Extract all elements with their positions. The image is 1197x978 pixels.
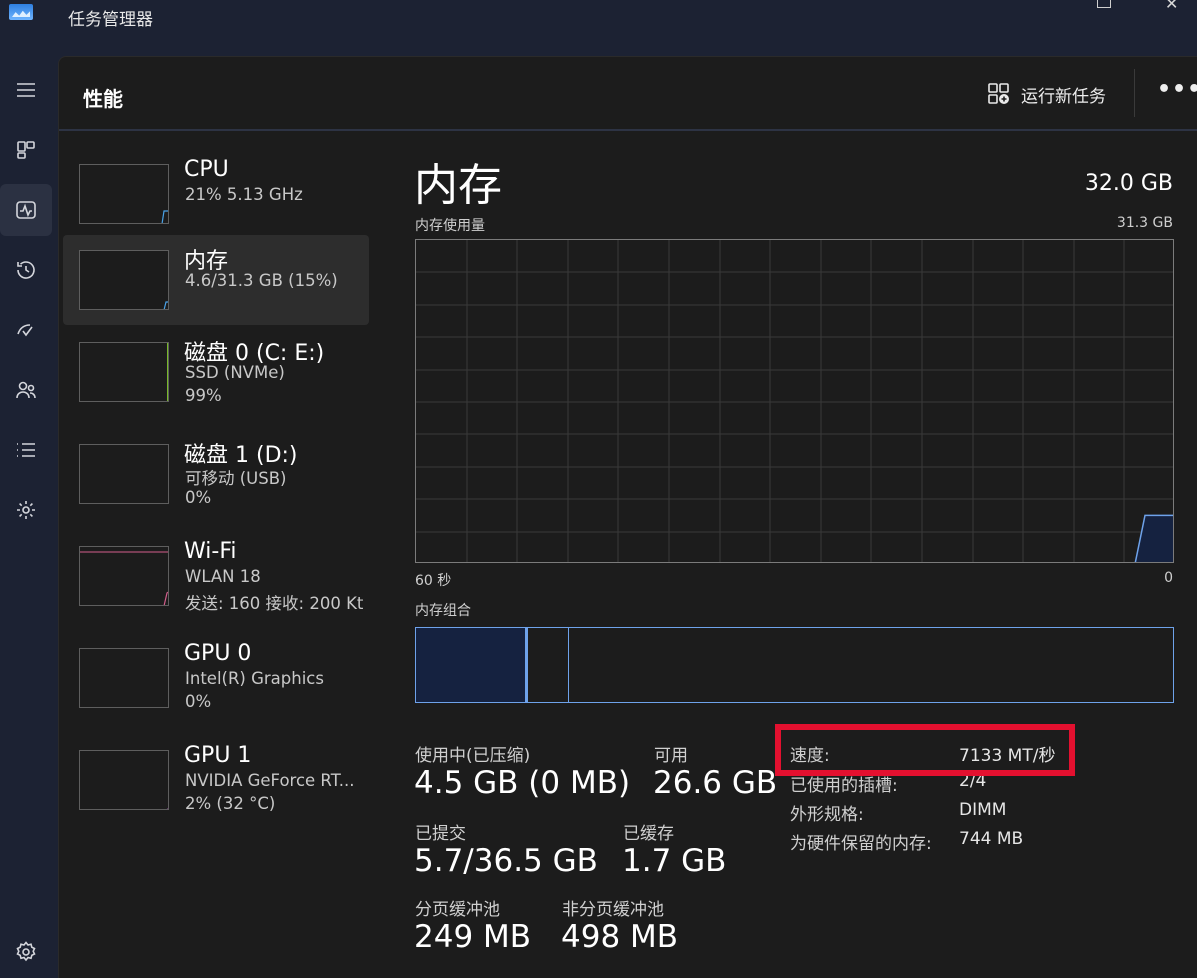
sidebar-item-detail: 4.6/31.3 GB (15%): [185, 271, 338, 290]
gpu-0-thumbnail-graph: [79, 648, 169, 708]
usage-graph-max: 31.3 GB: [1116, 215, 1173, 231]
services-icon[interactable]: [0, 484, 52, 536]
run-new-task-button[interactable]: 运行新任务: [987, 79, 1106, 109]
graph-axis-right: 0: [1164, 570, 1173, 586]
hardware-reserved-value: 744 MB: [959, 829, 1024, 849]
sidebar-item-detail: SSD (NVMe): [185, 363, 285, 382]
users-icon[interactable]: [0, 364, 52, 416]
usage-graph-label: 内存使用量: [415, 218, 485, 234]
form-factor-value: DIMM: [959, 800, 1007, 820]
close-button[interactable]: ✕: [1165, 0, 1178, 13]
paged-pool-value: 249 MB: [414, 919, 532, 955]
memory-usage-graph-svg: [416, 240, 1173, 562]
available-label: 可用: [654, 746, 688, 766]
task-manager-app-icon: [9, 4, 33, 20]
navigation-rail: [0, 56, 58, 978]
nonpaged-pool-label: 非分页缓冲池: [562, 900, 664, 920]
sidebar-item-name: GPU 1: [184, 743, 252, 768]
startup-apps-icon[interactable]: [0, 304, 52, 356]
memory-heading: 内存: [414, 160, 502, 211]
disk-0-thumbnail-graph: [79, 342, 169, 402]
sidebar-item-name: GPU 0: [184, 641, 252, 666]
window-title: 任务管理器: [68, 10, 153, 30]
sidebar-item-disk-0[interactable]: 磁盘 0 (C: E:) SSD (NVMe) 99%: [63, 327, 369, 417]
in-use-value: 4.5 GB (0 MB): [414, 765, 631, 801]
header-separator: [59, 129, 1197, 131]
wifi-thumbnail-graph: [79, 546, 169, 606]
sidebar-item-detail: Intel(R) Graphics: [185, 669, 324, 688]
disk-1-thumbnail-graph: [79, 444, 169, 504]
sidebar-item-name: CPU: [184, 157, 229, 182]
main-panel: 性能 运行新任务 ••• CPU 21% 5.13 GHz 内存 4.6/31.…: [58, 56, 1197, 978]
available-value: 26.6 GB: [653, 765, 778, 801]
maximize-button[interactable]: [1097, 0, 1111, 8]
settings-icon[interactable]: [0, 926, 52, 978]
cpu-thumbnail-graph: [79, 164, 169, 224]
header-divider: [1134, 69, 1135, 117]
run-new-task-icon: [988, 83, 1009, 104]
sidebar-item-gpu-0[interactable]: GPU 0 Intel(R) Graphics 0%: [63, 633, 369, 723]
sidebar-item-detail-2: 0%: [185, 692, 212, 711]
sidebar-item-cpu[interactable]: CPU 21% 5.13 GHz: [63, 149, 369, 239]
details-icon[interactable]: [0, 424, 52, 476]
nonpaged-pool-value: 498 MB: [561, 919, 679, 955]
performance-icon[interactable]: [0, 184, 52, 236]
graph-axis-left: 60 秒: [415, 573, 452, 589]
form-factor-label: 外形规格:: [790, 805, 864, 825]
sidebar-item-gpu-1[interactable]: GPU 1 NVIDIA GeForce RT... 2% (32 °C): [63, 735, 369, 825]
in-use-label: 使用中(已压缩): [415, 746, 531, 766]
sidebar-item-detail-2: 99%: [185, 386, 222, 405]
paged-pool-label: 分页缓冲池: [415, 900, 500, 920]
title-bar: 任务管理器 ✕: [0, 0, 1197, 56]
memory-usage-graph: [415, 239, 1174, 563]
cached-value: 1.7 GB: [622, 843, 727, 879]
memory-thumbnail-graph: [79, 250, 169, 310]
hardware-reserved-label: 为硬件保留的内存:: [790, 834, 932, 854]
composition-label: 内存组合: [415, 603, 471, 619]
sidebar-item-name: Wi-Fi: [184, 539, 237, 564]
sidebar-item-detail-2: 2% (32 °C): [185, 794, 276, 813]
sidebar-item-detail: NVIDIA GeForce RT...: [185, 771, 355, 790]
run-new-task-label: 运行新任务: [1021, 86, 1106, 107]
hamburger-menu-icon[interactable]: [0, 64, 52, 116]
cached-label: 已缓存: [623, 824, 674, 844]
sidebar-item-disk-1[interactable]: 磁盘 1 (D:) 可移动 (USB) 0%: [63, 429, 369, 519]
sidebar-item-detail-2: 0%: [185, 488, 212, 507]
sidebar-item-memory[interactable]: 内存 4.6/31.3 GB (15%): [63, 235, 369, 325]
memory-composition-bar: [415, 627, 1174, 703]
committed-label: 已提交: [415, 824, 466, 844]
composition-in-use-segment: [416, 628, 528, 702]
sidebar-item-detail-2: 发送: 160 接收: 200 Kt: [185, 594, 364, 613]
sidebar-item-detail: 可移动 (USB): [185, 469, 287, 488]
memory-total: 32.0 GB: [1084, 171, 1173, 196]
sidebar-item-wifi[interactable]: Wi-Fi WLAN 18 发送: 160 接收: 200 Kt: [63, 531, 369, 621]
composition-modified-segment: [531, 628, 569, 702]
sidebar-item-detail: WLAN 18: [185, 567, 261, 586]
processes-icon[interactable]: [0, 124, 52, 176]
committed-value: 5.7/36.5 GB: [414, 843, 598, 879]
page-title: 性能: [83, 87, 123, 111]
more-options-button[interactable]: •••: [1157, 77, 1197, 102]
gpu-1-thumbnail-graph: [79, 750, 169, 810]
app-history-icon[interactable]: [0, 244, 52, 296]
sidebar-item-detail: 21% 5.13 GHz: [185, 185, 303, 204]
speed-highlight-box: [775, 724, 1075, 776]
